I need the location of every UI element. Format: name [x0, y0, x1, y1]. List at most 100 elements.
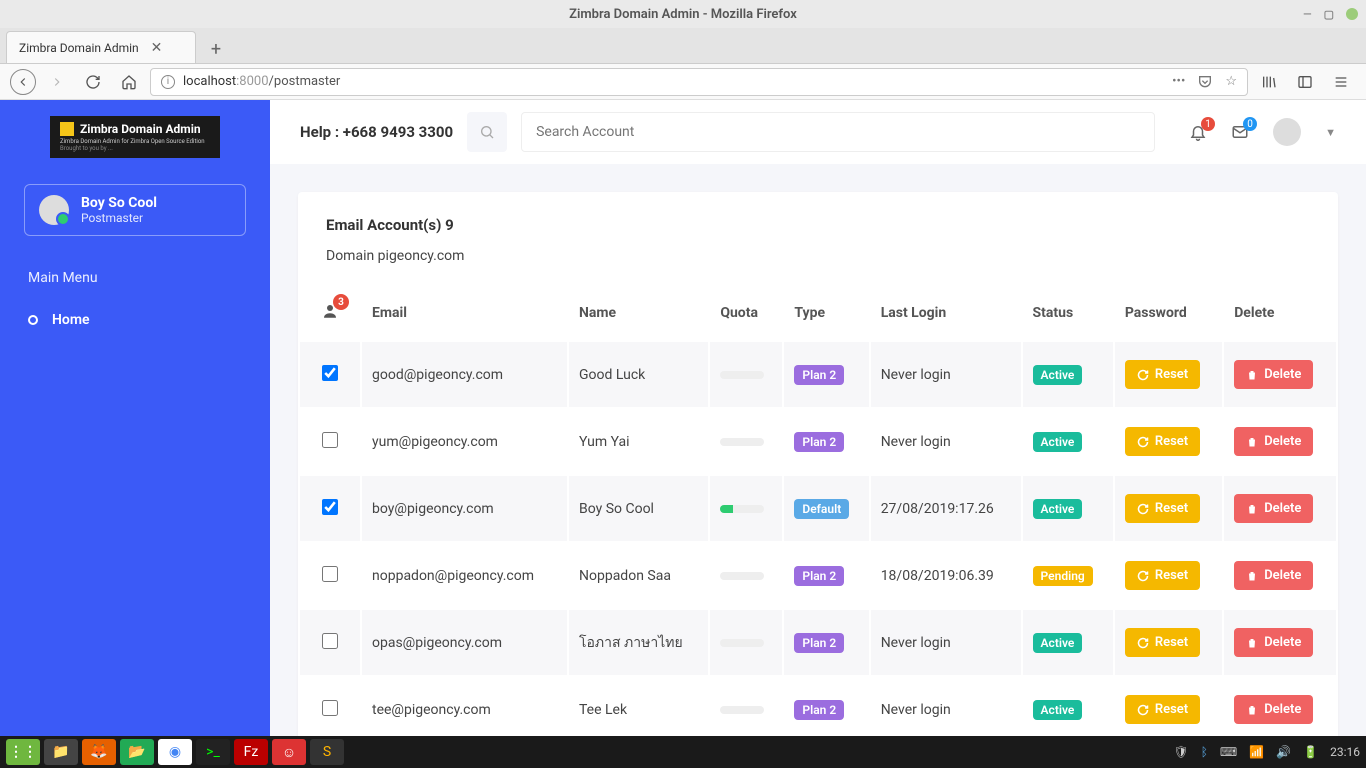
cell-quota	[710, 476, 782, 541]
menu-heading: Main Menu	[28, 270, 242, 286]
row-checkbox[interactable]	[322, 566, 338, 582]
col-name: Name	[569, 286, 708, 340]
cell-quota	[710, 543, 782, 608]
library-icon[interactable]	[1254, 67, 1284, 97]
reset-button[interactable]: Reset	[1125, 427, 1200, 456]
url-host: localhost	[183, 74, 236, 89]
url-path: /postmaster	[269, 74, 341, 89]
mint-menu-icon[interactable]: ⋮⋮	[6, 739, 40, 765]
row-checkbox[interactable]	[322, 365, 338, 381]
app-icon[interactable]: ☺	[272, 739, 306, 765]
cell-type: Plan 2	[784, 342, 868, 407]
browser-tabbar: Zimbra Domain Admin ✕ +	[0, 28, 1366, 64]
app-sidebar: Zimbra Domain Admin Zimbra Domain Admin …	[0, 100, 270, 736]
search-input[interactable]	[521, 112, 1155, 152]
delete-button[interactable]: Delete	[1234, 494, 1313, 523]
chevron-down-icon[interactable]: ▼	[1325, 126, 1336, 139]
user-profile-box[interactable]: Boy So Cool Postmaster	[24, 184, 246, 236]
row-checkbox[interactable]	[322, 700, 338, 716]
terminal-icon[interactable]: >_	[196, 739, 230, 765]
tab-close-icon[interactable]: ✕	[151, 40, 163, 56]
col-email: Email	[362, 286, 567, 340]
avatar[interactable]	[1273, 118, 1301, 146]
sidebar-toggle-icon[interactable]	[1290, 67, 1320, 97]
delete-button[interactable]: Delete	[1234, 360, 1313, 389]
sublime-icon[interactable]: S	[310, 739, 344, 765]
row-checkbox[interactable]	[322, 432, 338, 448]
tab-title: Zimbra Domain Admin	[19, 41, 139, 55]
delete-button[interactable]: Delete	[1234, 628, 1313, 657]
cell-name: Noppadon Saa	[569, 543, 708, 608]
col-type: Type	[784, 286, 868, 340]
notifications-button[interactable]: 1	[1189, 123, 1207, 141]
site-info-icon[interactable]: i	[161, 75, 175, 89]
browser-toolbar: i localhost:8000/postmaster ••• ☆	[0, 64, 1366, 100]
firefox-icon[interactable]: 🦊	[82, 739, 116, 765]
reset-button[interactable]: Reset	[1125, 561, 1200, 590]
window-close-icon[interactable]	[1346, 8, 1358, 20]
table-row: tee@pigeoncy.comTee LekPlan 2Never login…	[300, 677, 1336, 736]
browser-tab[interactable]: Zimbra Domain Admin ✕	[6, 31, 196, 63]
sidebar-item-home[interactable]: Home	[28, 302, 242, 338]
cell-status: Active	[1023, 342, 1113, 407]
main-content: Help : +668 9493 3300 1 0 ▼ Email Accoun…	[270, 100, 1366, 736]
more-icon[interactable]: •••	[1172, 74, 1185, 89]
battery-icon[interactable]: 🔋	[1303, 745, 1318, 759]
url-bar[interactable]: i localhost:8000/postmaster ••• ☆	[150, 68, 1248, 96]
reset-button[interactable]: Reset	[1125, 695, 1200, 724]
window-maximize-icon[interactable]: ▢	[1324, 8, 1334, 21]
files-icon[interactable]: 📁	[44, 739, 78, 765]
cell-name: Yum Yai	[569, 409, 708, 474]
reset-button[interactable]: Reset	[1125, 360, 1200, 389]
cell-email: noppadon@pigeoncy.com	[362, 543, 567, 608]
bluetooth-icon[interactable]: ᛒ	[1201, 745, 1208, 759]
table-row: noppadon@pigeoncy.comNoppadon SaaPlan 21…	[300, 543, 1336, 608]
delete-button[interactable]: Delete	[1234, 561, 1313, 590]
cell-type: Default	[784, 476, 868, 541]
menu-icon[interactable]	[1326, 67, 1356, 97]
cell-status: Pending	[1023, 543, 1113, 608]
row-checkbox[interactable]	[322, 499, 338, 515]
pocket-icon[interactable]	[1197, 74, 1213, 90]
cell-email: tee@pigeoncy.com	[362, 677, 567, 736]
folder-icon[interactable]: 📂	[120, 739, 154, 765]
col-quota: Quota	[710, 286, 782, 340]
bookmark-icon[interactable]: ☆	[1225, 74, 1237, 89]
messages-button[interactable]: 0	[1231, 123, 1249, 141]
shield-icon[interactable]: 🛡	[1173, 745, 1188, 759]
home-button[interactable]	[114, 67, 144, 97]
col-delete: Delete	[1224, 286, 1336, 340]
mail-badge: 0	[1243, 117, 1257, 131]
search-icon[interactable]	[467, 112, 507, 152]
card-title: Email Account(s) 9	[326, 216, 1310, 234]
delete-button[interactable]: Delete	[1234, 427, 1313, 456]
window-minimize-icon[interactable]: —	[1303, 8, 1311, 21]
volume-icon[interactable]: 🔊	[1276, 745, 1291, 759]
os-titlebar: Zimbra Domain Admin - Mozilla Firefox — …	[0, 0, 1366, 28]
filezilla-icon[interactable]: Fz	[234, 739, 268, 765]
chrome-icon[interactable]: ◉	[158, 739, 192, 765]
row-checkbox[interactable]	[322, 633, 338, 649]
cell-status: Active	[1023, 409, 1113, 474]
cell-email: good@pigeoncy.com	[362, 342, 567, 407]
help-text: Help : +668 9493 3300	[300, 123, 453, 141]
reset-button[interactable]: Reset	[1125, 494, 1200, 523]
user-role: Postmaster	[81, 211, 157, 225]
delete-button[interactable]: Delete	[1234, 695, 1313, 724]
reload-button[interactable]	[78, 67, 108, 97]
app-topbar: Help : +668 9493 3300 1 0 ▼	[270, 100, 1366, 164]
cell-quota	[710, 610, 782, 675]
clock[interactable]: 23:16	[1330, 745, 1360, 759]
reset-button[interactable]: Reset	[1125, 628, 1200, 657]
forward-button[interactable]	[42, 67, 72, 97]
cell-quota	[710, 342, 782, 407]
wifi-icon[interactable]: 📶	[1249, 745, 1264, 759]
keyboard-icon[interactable]: ⌨	[1220, 745, 1237, 759]
table-row: opas@pigeoncy.comโอภาส ภาษาไทยPlan 2Neve…	[300, 610, 1336, 675]
sidebar-item-label: Home	[52, 312, 90, 328]
new-tab-button[interactable]: +	[202, 35, 230, 63]
back-button[interactable]	[10, 69, 36, 95]
cell-name: Boy So Cool	[569, 476, 708, 541]
window-title: Zimbra Domain Admin - Mozilla Firefox	[569, 7, 797, 22]
table-row: yum@pigeoncy.comYum YaiPlan 2Never login…	[300, 409, 1336, 474]
